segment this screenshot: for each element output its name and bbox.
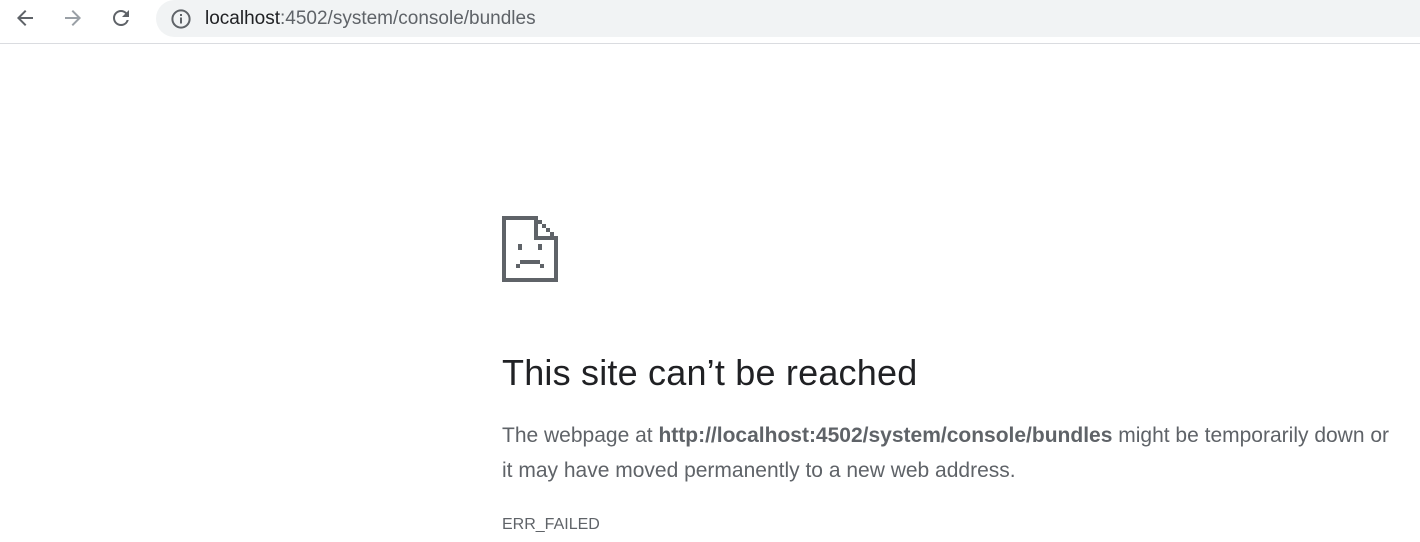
sad-page-icon <box>502 216 558 282</box>
desc-prefix: The webpage at <box>502 424 659 447</box>
reload-button[interactable] <box>104 4 138 32</box>
url-path: :4502/system/console/bundles <box>280 7 536 29</box>
address-bar[interactable]: localhost:4502/system/console/bundles <box>156 0 1420 37</box>
arrow-left-icon <box>17 10 33 26</box>
desc-url: http://localhost:4502/system/console/bun… <box>658 424 1113 447</box>
url-text: localhost:4502/system/console/bundles <box>205 8 536 30</box>
back-button[interactable] <box>8 4 42 32</box>
browser-toolbar: localhost:4502/system/console/bundles <box>0 0 1420 44</box>
url-host: localhost <box>205 7 280 29</box>
arrow-right-icon <box>65 10 81 26</box>
error-description: The webpage at http://localhost:4502/sys… <box>502 418 1402 488</box>
error-title: This site can’t be reached <box>502 352 918 393</box>
reload-icon <box>113 9 129 26</box>
forward-button[interactable] <box>56 4 90 32</box>
error-code: ERR_FAILED <box>502 516 600 533</box>
info-icon[interactable] <box>170 8 192 30</box>
